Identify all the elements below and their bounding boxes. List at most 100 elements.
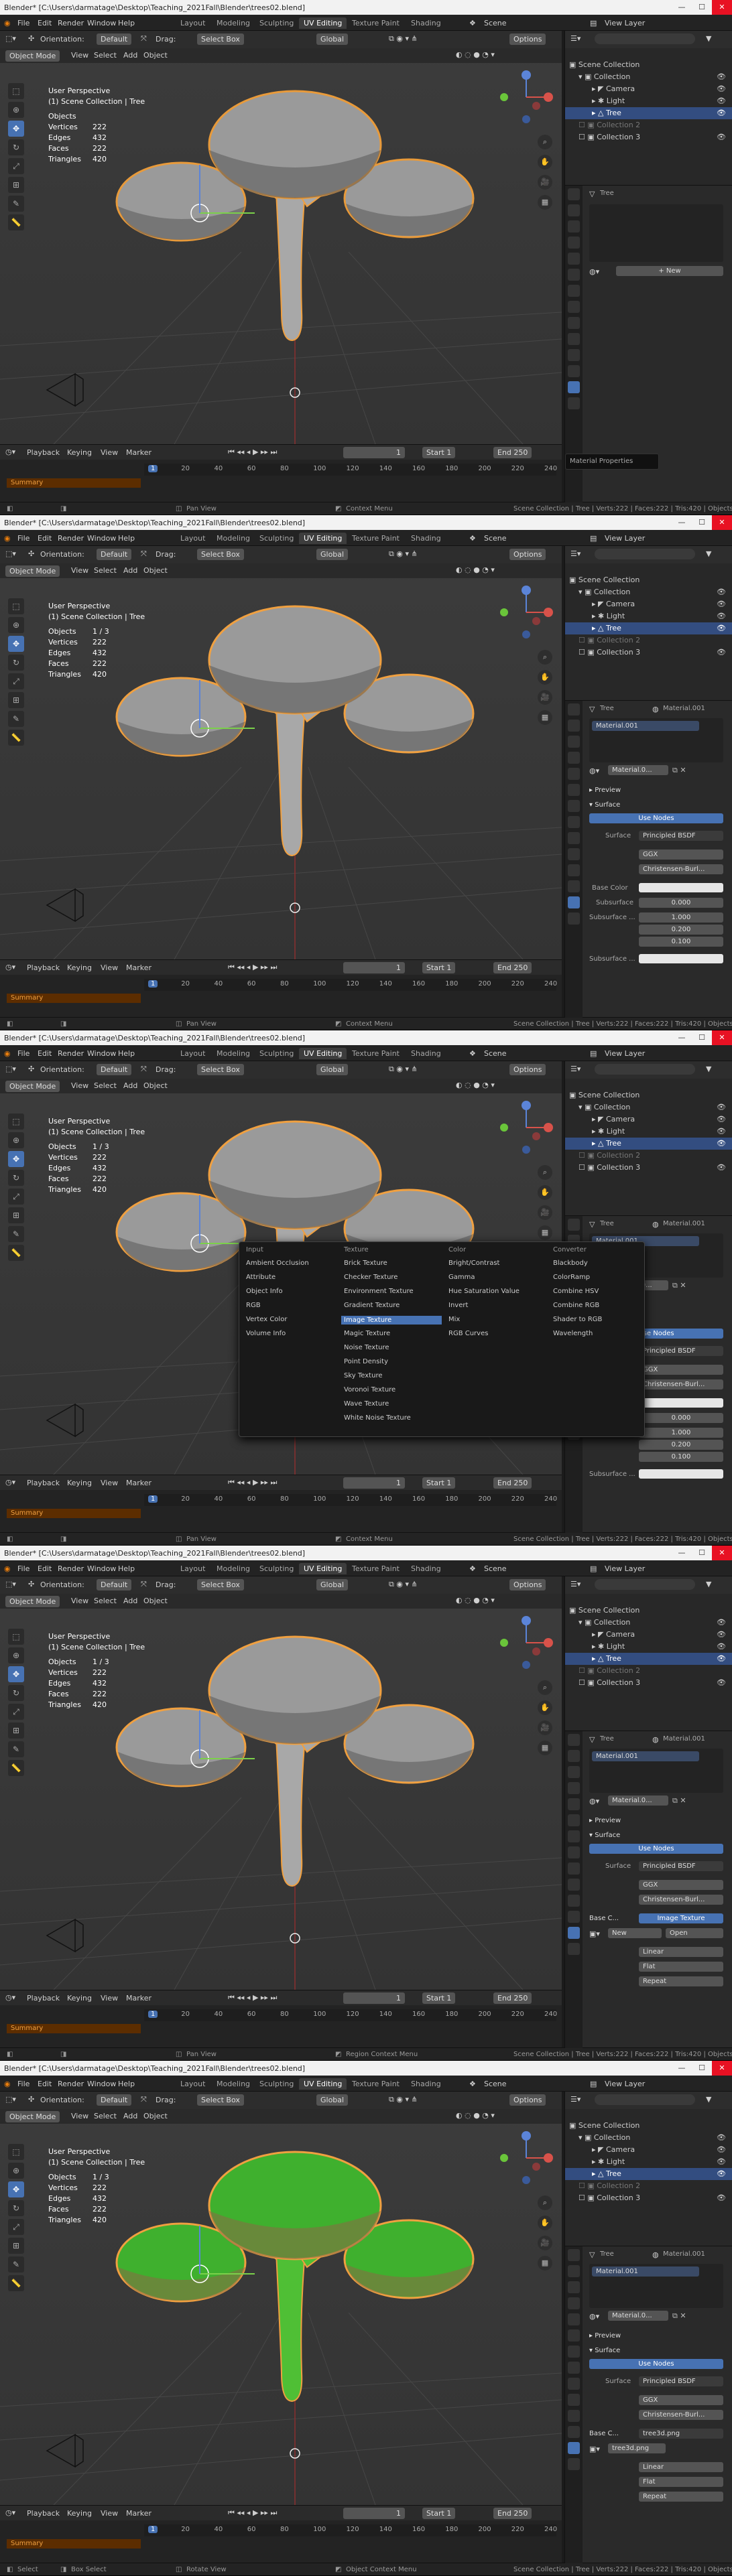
playback-menu[interactable]: Playback <box>27 2509 60 2518</box>
orientation-dropdown[interactable]: Default <box>97 549 132 560</box>
scale-icon[interactable]: ⤢ <box>8 1704 24 1720</box>
material-slot[interactable]: Material.001 <box>592 721 699 731</box>
move-icon[interactable]: ✥ <box>8 1666 24 1682</box>
menu-item-ambient-occlusion[interactable]: Ambient Occlusion <box>246 1260 309 1267</box>
menu-item-wave-texture[interactable]: Wave Texture <box>344 1400 389 1408</box>
blender-logo-icon[interactable]: ◉ <box>4 534 11 543</box>
shading-modes-icon[interactable]: ◐ ◌ ● ◔ ▾ <box>456 1596 495 1605</box>
menu-item-brick-texture[interactable]: Brick Texture <box>344 1260 387 1267</box>
distribution-dropdown[interactable]: GGX <box>639 2395 723 2405</box>
menu-item-rgb-curves[interactable]: RGB Curves <box>448 1330 488 1337</box>
scale-icon[interactable]: ⤢ <box>8 2219 24 2235</box>
tab-layout[interactable]: Layout <box>176 1048 210 1059</box>
visibility-icon[interactable]: 👁 <box>717 648 726 657</box>
timeline-ruler[interactable]: 1 20 40 60 80 100 120 140 160 180 200 220 240 <box>144 464 557 476</box>
menu-item-combine-rgb[interactable]: Combine RGB <box>553 1302 599 1309</box>
camera-view-icon[interactable]: 🎥 <box>538 175 552 190</box>
outliner-collection[interactable]: ▾ ▣ Collection 👁 <box>565 1617 732 1629</box>
grid-icon[interactable]: ▦ <box>538 195 552 210</box>
outliner-collection-2[interactable]: ☐ ▣ Collection 2 <box>565 119 732 131</box>
navigation-gizmo[interactable] <box>496 1097 556 1158</box>
current-frame[interactable]: 1 <box>343 2508 405 2519</box>
preview-panel[interactable]: ▸ Preview <box>589 1817 621 1824</box>
outliner-type-icon[interactable]: ☰▾ <box>570 34 581 43</box>
annotate-icon[interactable]: ✎ <box>8 2256 24 2273</box>
material-tab-icon[interactable] <box>568 1927 580 1939</box>
measure-icon[interactable]: 📏 <box>8 1760 24 1776</box>
menu-file[interactable]: File <box>17 19 29 27</box>
radius-z[interactable]: 0.100 <box>639 1452 723 1462</box>
annotate-icon[interactable]: ✎ <box>8 1226 24 1242</box>
subsurface-method-dropdown[interactable]: Christensen-Burl... <box>639 1379 723 1389</box>
transform-tool-icon[interactable]: ⊞ <box>8 1722 24 1739</box>
visibility-icon[interactable]: 👁 <box>717 624 726 632</box>
filter-icon[interactable]: ▼ <box>706 34 711 43</box>
outliner-collection-3[interactable]: ☐ ▣ Collection 3 👁 <box>565 1162 732 1174</box>
surface-shader[interactable]: Principled BSDF <box>639 1861 723 1871</box>
outliner-collection-2[interactable]: ☐ ▣ Collection 2 <box>565 1665 732 1677</box>
subsurface-method-dropdown[interactable]: Christensen-Burl... <box>639 864 723 874</box>
current-frame[interactable]: 1 <box>343 447 405 458</box>
minimize-button[interactable]: — <box>672 515 692 530</box>
snap-icon[interactable]: ⧉ ◉ ▾ ⋔ <box>389 1580 418 1589</box>
menu-view[interactable]: View <box>71 2112 88 2120</box>
scene-tab-icon[interactable] <box>568 768 580 780</box>
tool-tab-icon[interactable] <box>568 1219 580 1231</box>
view-layer-selector[interactable]: View Layer <box>605 2080 645 2088</box>
material-slot[interactable]: Material.001 <box>592 2266 699 2277</box>
3d-viewport[interactable]: ⬚▾ ✣ Orientation: Default ⤧ Drag: Select… <box>0 546 562 959</box>
rotate-icon[interactable]: ↻ <box>8 1685 24 1701</box>
options-dropdown[interactable]: Options <box>509 1064 546 1075</box>
outliner-scene-collection[interactable]: ▣ Scene Collection <box>565 2120 732 2132</box>
particles-tab-icon[interactable] <box>568 317 580 329</box>
menu-edit[interactable]: Edit <box>38 1049 52 1058</box>
minimize-button[interactable]: — <box>672 2061 692 2076</box>
view-layer-tab-icon[interactable] <box>568 236 580 249</box>
hand-icon[interactable]: ✋ <box>538 155 552 170</box>
base-color-swatch[interactable] <box>639 883 723 892</box>
blender-logo-icon[interactable]: ◉ <box>4 1564 11 1573</box>
tab-texture-paint[interactable]: Texture Paint <box>347 2078 404 2090</box>
menu-file[interactable]: File <box>17 534 29 543</box>
select-box-icon[interactable]: ⬚ <box>8 2144 24 2160</box>
maximize-button[interactable]: ☐ <box>692 2061 712 2076</box>
material-slot-list[interactable]: Material.001 <box>589 718 723 762</box>
outliner-search[interactable] <box>595 33 695 44</box>
cursor-icon[interactable]: ⊕ <box>8 102 24 118</box>
menu-item-magic-texture[interactable]: Magic Texture <box>344 1330 390 1337</box>
menu-edit[interactable]: Edit <box>38 534 52 543</box>
editor-type-icon[interactable]: ⬚▾ <box>5 549 16 558</box>
outliner-type-icon[interactable]: ☰▾ <box>570 1065 581 1073</box>
tab-sculpting[interactable]: Sculpting <box>255 2078 298 2090</box>
outliner-camera[interactable]: ▸ ◤ Camera 👁 <box>565 598 732 610</box>
distribution-dropdown[interactable]: GGX <box>639 850 723 860</box>
outliner-collection-3[interactable]: ☐ ▣ Collection 3 👁 <box>565 2192 732 2204</box>
tab-sculpting[interactable]: Sculpting <box>255 533 298 544</box>
tab-shading[interactable]: Shading <box>406 1563 446 1574</box>
outliner-tree[interactable]: ▸ △ Tree 👁 <box>565 107 732 119</box>
outliner-light[interactable]: ▸ ✱ Light 👁 <box>565 610 732 622</box>
physics-tab-icon[interactable] <box>568 848 580 860</box>
menu-view[interactable]: View <box>71 1081 88 1090</box>
visibility-icon[interactable]: 👁 <box>717 72 726 81</box>
menu-render[interactable]: Render <box>58 534 84 543</box>
visibility-icon[interactable]: 👁 <box>717 2133 726 2142</box>
filter-icon[interactable]: ▼ <box>706 1065 711 1073</box>
scale-icon[interactable]: ⤢ <box>8 1189 24 1205</box>
menu-add[interactable]: Add <box>123 1597 137 1605</box>
menu-item-volume-info[interactable]: Volume Info <box>246 1330 286 1337</box>
world-tab-icon[interactable] <box>568 2329 580 2342</box>
menu-item-shader-to-rgb[interactable]: Shader to RGB <box>553 1316 602 1323</box>
mode-dropdown[interactable]: Object Mode <box>5 1081 60 1092</box>
menu-item-white-noise-texture[interactable]: White Noise Texture <box>344 1414 411 1422</box>
mode-dropdown[interactable]: Object Mode <box>5 50 60 62</box>
maximize-button[interactable]: ☐ <box>692 1030 712 1045</box>
start-frame[interactable]: Start 1 <box>422 1992 456 2004</box>
menu-edit[interactable]: Edit <box>38 19 52 27</box>
summary-track[interactable]: Summary <box>7 994 141 1003</box>
use-nodes-button[interactable]: Use Nodes <box>589 2359 723 2369</box>
tab-shading[interactable]: Shading <box>406 533 446 544</box>
subsurface-color-swatch[interactable] <box>639 1469 723 1479</box>
constraints-tab-icon[interactable] <box>568 864 580 876</box>
snap-icon[interactable]: ⧉ ◉ ▾ ⋔ <box>389 549 418 559</box>
